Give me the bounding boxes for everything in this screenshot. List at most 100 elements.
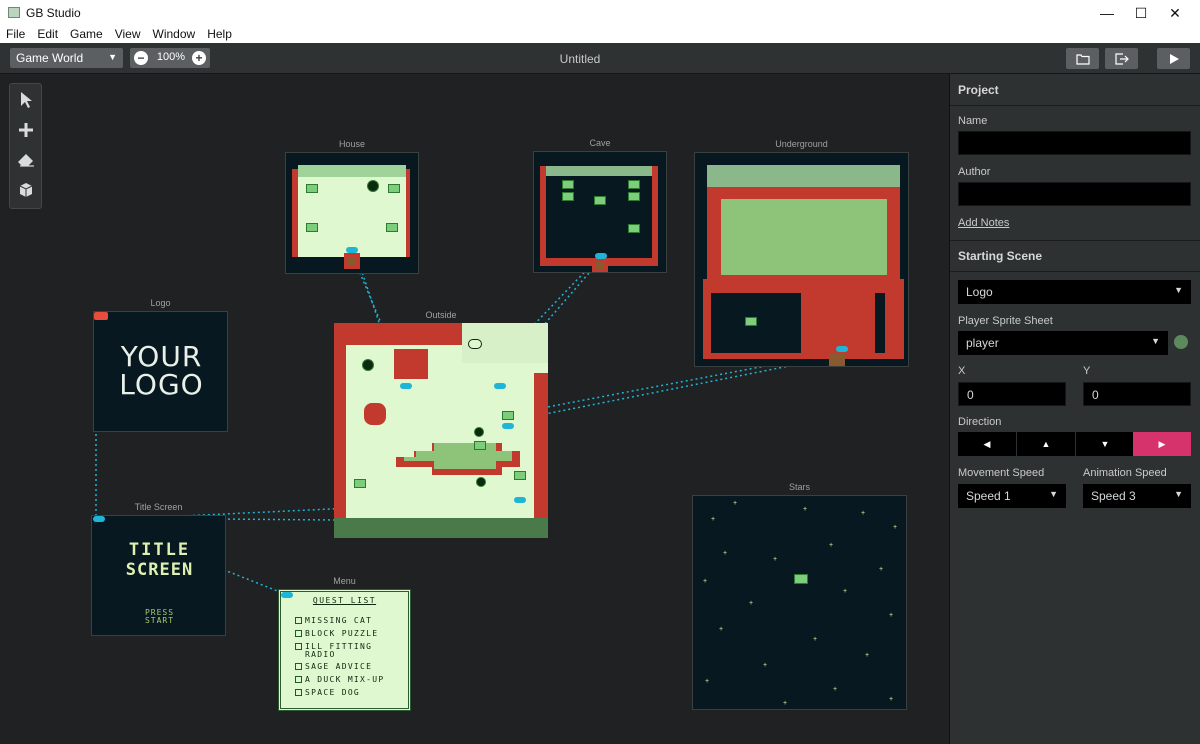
author-label: Author <box>958 166 991 178</box>
divider <box>950 105 1200 106</box>
menu-item[interactable]: A DUCK MIX-UP <box>295 675 385 687</box>
zoom-value: 100% <box>156 51 186 63</box>
export-button[interactable] <box>1105 48 1138 69</box>
app-icon <box>8 7 20 18</box>
zoom-out-button[interactable]: − <box>134 51 148 65</box>
actor-sprite[interactable] <box>388 184 400 193</box>
animation-speed-select[interactable]: Speed 3 ▼ <box>1083 484 1191 508</box>
actor-sprite[interactable] <box>474 441 486 450</box>
scene-underground[interactable] <box>694 152 909 367</box>
actor-sprite[interactable] <box>628 192 640 201</box>
scene-select[interactable]: Logo ▼ <box>958 280 1191 304</box>
star-decoration: + <box>711 516 716 523</box>
menu-item[interactable]: MISSING CAT <box>295 616 372 628</box>
trigger-marker[interactable] <box>502 423 514 429</box>
actor-sprite[interactable] <box>628 224 640 233</box>
actor-sprite[interactable] <box>514 471 526 480</box>
trigger-marker[interactable] <box>514 497 526 503</box>
trigger-marker[interactable] <box>595 253 607 259</box>
actor-sprite[interactable] <box>354 479 366 488</box>
actor-sprite[interactable] <box>628 180 640 189</box>
menu-edit[interactable]: Edit <box>31 26 64 43</box>
chevron-down-icon: ▼ <box>1049 489 1058 499</box>
title-art-line2: SCREEN <box>125 560 194 580</box>
open-folder-button[interactable] <box>1066 48 1099 69</box>
menu-item[interactable]: SPACE DOG <box>295 688 360 700</box>
add-notes-link[interactable]: Add Notes <box>958 217 1009 229</box>
sprite-sheet-select[interactable]: player ▼ <box>958 331 1168 355</box>
author-field[interactable] <box>958 182 1191 206</box>
play-button[interactable] <box>1157 48 1190 69</box>
checkbox-icon <box>295 689 302 696</box>
star-decoration: + <box>813 636 818 643</box>
trigger-marker[interactable] <box>400 383 412 389</box>
title-art-line4: START <box>144 616 175 625</box>
actor-sprite[interactable] <box>386 223 398 232</box>
scene-menu[interactable]: QUEST LIST MISSING CAT BLOCK PUZZLE ILL … <box>278 589 411 711</box>
actor-sprite[interactable] <box>562 192 574 201</box>
scene-title-screen[interactable]: TITLE SCREEN PRESS START <box>91 515 226 636</box>
actor-sprite[interactable] <box>367 180 379 192</box>
trigger-marker[interactable] <box>836 346 848 352</box>
direction-up-button[interactable]: ▲ <box>1017 432 1075 456</box>
actor-sprite[interactable] <box>502 411 514 420</box>
menu-view[interactable]: View <box>109 26 147 43</box>
chevron-down-icon: ▼ <box>108 52 117 62</box>
trigger-marker[interactable] <box>494 383 506 389</box>
menu-help[interactable]: Help <box>201 26 238 43</box>
actor-sprite[interactable] <box>362 359 374 371</box>
name-label: Name <box>958 115 988 127</box>
zoom-control: − 100% + <box>130 48 210 68</box>
scene-label-house: House <box>338 139 365 149</box>
menu-item[interactable]: BLOCK PUZZLE <box>295 629 378 641</box>
menu-item[interactable]: SAGE ADVICE <box>295 662 372 674</box>
menu-game[interactable]: Game <box>64 26 109 43</box>
section-select-value: Game World <box>16 51 84 65</box>
star-decoration: + <box>829 542 834 549</box>
actor-sprite[interactable] <box>468 339 482 349</box>
menu-file[interactable]: File <box>0 26 31 43</box>
star-decoration: + <box>843 588 848 595</box>
x-label: X <box>958 365 966 377</box>
scene-outside[interactable] <box>334 323 548 538</box>
trigger-marker[interactable] <box>346 247 358 253</box>
star-decoration: + <box>749 600 754 607</box>
chevron-down-icon: ▼ <box>1151 336 1160 346</box>
app-title: GB Studio <box>26 6 81 20</box>
direction-label: Direction <box>958 416 1002 428</box>
y-field[interactable]: 0 <box>1083 382 1191 406</box>
divider <box>950 271 1200 272</box>
direction-left-button[interactable]: ◀ <box>958 432 1016 456</box>
menu-window[interactable]: Window <box>147 26 202 43</box>
document-title: Untitled <box>559 52 601 66</box>
actor-sprite[interactable] <box>745 317 757 326</box>
direction-right-button[interactable]: ▶ <box>1133 432 1191 456</box>
name-field[interactable] <box>958 131 1191 155</box>
actor-sprite[interactable] <box>306 223 318 232</box>
actor-sprite[interactable] <box>476 477 486 487</box>
sprite-sheet-value: player <box>966 336 999 350</box>
section-select[interactable]: Game World ▼ <box>10 48 123 68</box>
menu-bar: File Edit Game View Window Help <box>0 26 1200 44</box>
scene-cave[interactable] <box>533 151 667 273</box>
actor-sprite[interactable] <box>474 427 484 437</box>
scene-house[interactable] <box>285 152 419 274</box>
star-decoration: + <box>893 524 898 531</box>
star-decoration: + <box>803 506 808 513</box>
close-button[interactable]: ✕ <box>1152 0 1198 26</box>
window-titlebar: GB Studio — ☐ ✕ <box>0 0 1200 26</box>
actor-sprite[interactable] <box>562 180 574 189</box>
actor-sprite[interactable] <box>594 196 606 205</box>
movement-speed-select[interactable]: Speed 1 ▼ <box>958 484 1066 508</box>
actor-sprite[interactable] <box>306 184 318 193</box>
checkbox-icon <box>295 630 302 637</box>
x-field[interactable]: 0 <box>958 382 1066 406</box>
scene-stars[interactable]: + + + + + + + + + + + + + + + + + + + + … <box>692 495 907 710</box>
trigger-marker[interactable] <box>93 516 105 522</box>
animation-speed-value: Speed 3 <box>1091 489 1136 503</box>
movement-speed-value: Speed 1 <box>966 489 1011 503</box>
direction-down-button[interactable]: ▼ <box>1076 432 1134 456</box>
actor-sprite[interactable] <box>794 574 808 584</box>
scene-logo[interactable]: YOUR LOGO <box>93 311 228 432</box>
zoom-in-button[interactable]: + <box>192 51 206 65</box>
